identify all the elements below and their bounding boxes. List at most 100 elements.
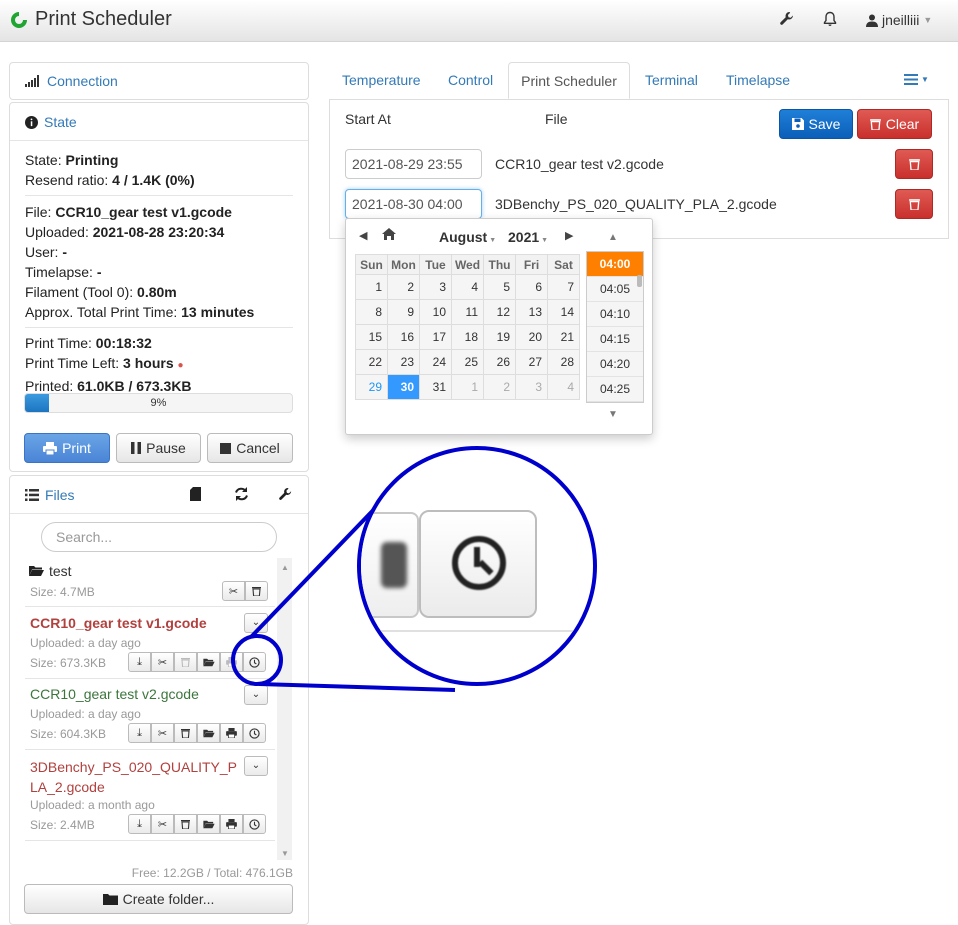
file-name[interactable]: 3DBenchy_PS_020_QUALITY_P LA_2.gcode	[30, 757, 237, 797]
home-icon[interactable]	[382, 228, 396, 240]
files-toggle[interactable]: Files	[25, 487, 75, 503]
calendar-day[interactable]: 12	[483, 299, 516, 325]
calendar-day[interactable]: 2	[387, 274, 420, 300]
calendar-day[interactable]: 5	[483, 274, 516, 300]
bell-icon[interactable]	[822, 11, 838, 27]
file-name-printing[interactable]: CCR10_gear test v1.gcode	[30, 615, 207, 631]
calendar-day[interactable]: 16	[387, 324, 420, 350]
tab-control[interactable]: Control	[436, 62, 505, 99]
calendar-day[interactable]: 8	[355, 299, 388, 325]
download-icon[interactable]: ⤓	[128, 652, 151, 672]
folder-open-icon[interactable]	[197, 814, 220, 834]
cut-icon[interactable]: ✂	[222, 581, 245, 601]
calendar-day[interactable]: 26	[483, 349, 516, 375]
file-search-input[interactable]: Search...	[41, 522, 277, 552]
calendar-day[interactable]: 3	[515, 374, 548, 400]
files-wrench-icon[interactable]	[278, 487, 293, 502]
calendar-day[interactable]: 9	[387, 299, 420, 325]
brand[interactable]: Print Scheduler	[9, 8, 172, 31]
calendar-day[interactable]: 15	[355, 324, 388, 350]
cut-icon[interactable]: ✂	[151, 723, 174, 743]
tab-print-scheduler[interactable]: Print Scheduler	[508, 62, 630, 99]
printer-icon[interactable]	[220, 814, 243, 834]
start-at-input[interactable]: 2021-08-30 04:00	[345, 189, 482, 219]
calendar-day[interactable]: 3	[419, 274, 452, 300]
schedule-clock-icon[interactable]	[243, 652, 266, 672]
user-menu[interactable]: jneilliii ▼	[866, 12, 932, 28]
delete-row-button[interactable]	[895, 189, 933, 219]
connection-toggle[interactable]: Connection	[25, 73, 118, 89]
prev-month-icon[interactable]: ◀	[359, 229, 367, 242]
calendar-day[interactable]: 7	[547, 274, 580, 300]
time-option[interactable]: 04:15	[587, 327, 643, 352]
calendar-day[interactable]: 22	[355, 349, 388, 375]
calendar-day[interactable]: 19	[483, 324, 516, 350]
calendar-day[interactable]: 1	[451, 374, 484, 400]
calendar-day[interactable]: 28	[547, 349, 580, 375]
folder-open-icon[interactable]	[197, 652, 220, 672]
download-icon[interactable]: ⤓	[128, 723, 151, 743]
list-item[interactable]: test	[29, 563, 72, 579]
calendar-day[interactable]: 29	[355, 374, 388, 400]
time-option[interactable]: 04:00	[587, 252, 643, 277]
calendar-day[interactable]: 20	[515, 324, 548, 350]
files-scrollbar[interactable]: ▲ ▼	[277, 558, 292, 860]
create-folder-button[interactable]: Create folder...	[24, 884, 293, 914]
time-option[interactable]: 04:20	[587, 352, 643, 377]
pause-button[interactable]: Pause	[116, 433, 201, 463]
cancel-button[interactable]: Cancel	[207, 433, 293, 463]
calendar-day[interactable]: 27	[515, 349, 548, 375]
printer-icon[interactable]	[220, 723, 243, 743]
tab-timelapse[interactable]: Timelapse	[714, 62, 802, 99]
calendar-day[interactable]: 18	[451, 324, 484, 350]
calendar-day[interactable]: 21	[547, 324, 580, 350]
save-button[interactable]: Save	[779, 109, 853, 139]
trash-icon[interactable]	[174, 723, 197, 743]
calendar-day[interactable]: 17	[419, 324, 452, 350]
calendar-day[interactable]: 30	[387, 374, 420, 400]
calendar-day[interactable]: 10	[419, 299, 452, 325]
expand-chevron-icon[interactable]: ⌄	[244, 756, 268, 776]
calendar-day[interactable]: 11	[451, 299, 484, 325]
schedule-clock-icon[interactable]	[243, 814, 266, 834]
calendar-day[interactable]: 24	[419, 349, 452, 375]
calendar-day[interactable]: 25	[451, 349, 484, 375]
time-list[interactable]: 04:00 04:05 04:10 04:15 04:20 04:25	[586, 251, 644, 403]
tab-temperature[interactable]: Temperature	[330, 62, 433, 99]
calendar-day[interactable]: 13	[515, 299, 548, 325]
time-down-icon[interactable]: ▼	[608, 409, 618, 420]
time-up-icon[interactable]: ▲	[608, 232, 618, 243]
cut-icon[interactable]: ✂	[151, 652, 174, 672]
time-option[interactable]: 04:10	[587, 302, 643, 327]
calendar-day[interactable]: 23	[387, 349, 420, 375]
start-at-input[interactable]: 2021-08-29 23:55	[345, 149, 482, 179]
month-select[interactable]: August ▼	[439, 229, 496, 245]
cut-icon[interactable]: ✂	[151, 814, 174, 834]
calendar-day[interactable]: 1	[355, 274, 388, 300]
file-name[interactable]: CCR10_gear test v2.gcode	[30, 686, 199, 702]
year-select[interactable]: 2021 ▼	[508, 229, 548, 245]
trash-icon[interactable]	[174, 814, 197, 834]
calendar-day[interactable]: 14	[547, 299, 580, 325]
folder-open-icon[interactable]	[197, 723, 220, 743]
print-button[interactable]: Print	[24, 433, 110, 463]
calendar-day[interactable]: 4	[547, 374, 580, 400]
calendar-day[interactable]: 6	[515, 274, 548, 300]
calendar-day[interactable]: 31	[419, 374, 452, 400]
refresh-icon[interactable]	[234, 487, 249, 501]
expand-chevron-icon[interactable]: ⌄	[244, 685, 268, 705]
next-month-icon[interactable]: ▶	[565, 229, 573, 242]
calendar-day[interactable]: 4	[451, 274, 484, 300]
sd-card-icon[interactable]	[190, 487, 201, 501]
expand-chevron-icon[interactable]: ⌄	[244, 613, 268, 633]
calendar-day[interactable]: 2	[483, 374, 516, 400]
state-toggle[interactable]: State	[25, 114, 77, 130]
time-scroll-thumb[interactable]	[637, 275, 642, 287]
time-option[interactable]: 04:25	[587, 377, 643, 402]
delete-row-button[interactable]	[895, 149, 933, 179]
schedule-clock-icon[interactable]	[243, 723, 266, 743]
tab-terminal[interactable]: Terminal	[633, 62, 710, 99]
trash-icon[interactable]	[245, 581, 268, 601]
clear-button[interactable]: Clear	[857, 109, 932, 139]
download-icon[interactable]: ⤓	[128, 814, 151, 834]
